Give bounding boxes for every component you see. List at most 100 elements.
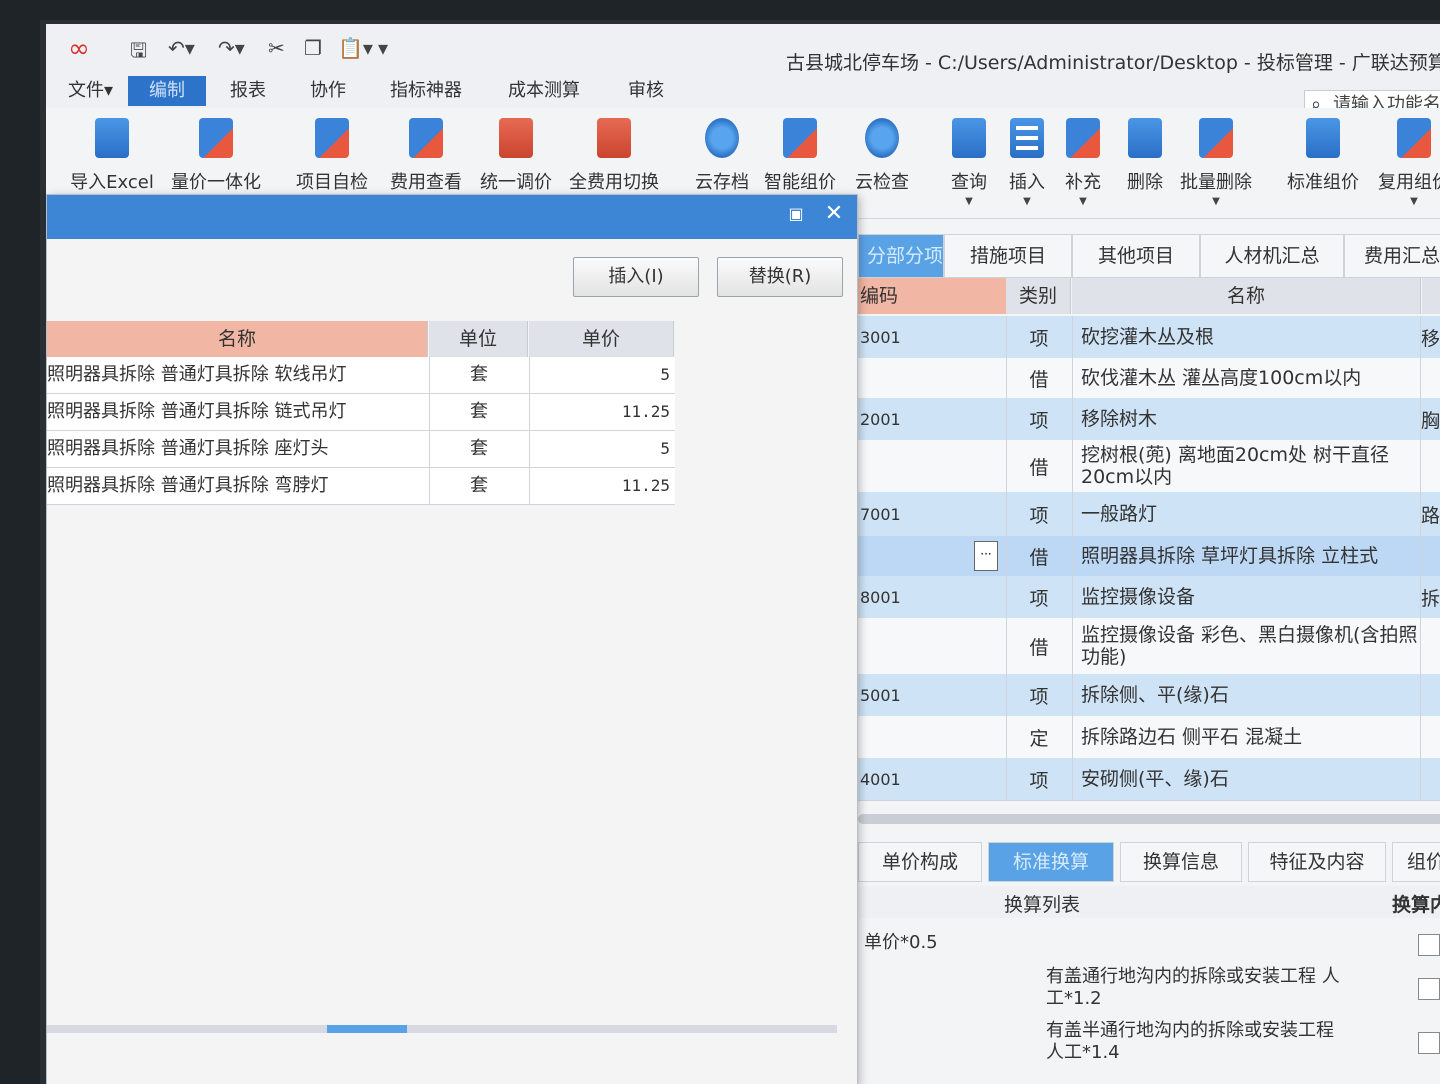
fee-view-button[interactable]: 费用查看 (384, 118, 468, 194)
query-button[interactable]: 查询 ▼ (944, 118, 994, 207)
conversion-row[interactable]: 有盖半通行地沟内的拆除或安装工程 人工*1.4 (858, 1020, 1440, 1074)
cell-extra[interactable] (1420, 716, 1440, 758)
cell-unit[interactable]: 套 (429, 468, 528, 504)
cell-name[interactable]: 砍挖灌木丛及根 (1072, 316, 1429, 358)
menu-report[interactable]: 报表 (222, 76, 274, 106)
cell-name[interactable]: 拆除路边石 侧平石 混凝土 (1072, 716, 1429, 758)
table-row[interactable]: 照明器具拆除 普通灯具拆除 弯脖灯套 11.25 (47, 468, 675, 505)
col-header-code[interactable]: 编码 (858, 278, 1007, 314)
tab-labor-material[interactable]: 人材机汇总 (1200, 234, 1344, 278)
cell-name[interactable]: 照明器具拆除 普通灯具拆除 弯脖灯 (47, 468, 427, 504)
cell-name[interactable]: 监控摄像设备 彩色、黑白摄像机(含拍照功能) (1072, 618, 1429, 674)
cell-kind[interactable]: 项 (1006, 758, 1071, 800)
dropdown-arrow-icon[interactable]: ▼ (944, 196, 994, 207)
cell-unit[interactable]: 套 (429, 431, 528, 467)
cell-kind[interactable]: 定 (1006, 716, 1071, 758)
cell-code[interactable]: 8001 (858, 576, 1006, 618)
cell-extra[interactable] (1420, 358, 1440, 398)
cell-name[interactable]: 照明器具拆除 普通灯具拆除 软线吊灯 (47, 357, 427, 393)
dropdown-arrow-icon[interactable]: ▼ (1058, 196, 1108, 207)
col-header-unit[interactable]: 单位 (429, 321, 528, 357)
table-row[interactable]: 定拆除路边石 侧平石 混凝土 (858, 716, 1440, 759)
cell-extra[interactable] (1420, 758, 1440, 800)
dialog-title-bar[interactable]: ▣ ✕ (47, 195, 857, 239)
paste-icon[interactable]: 📋▾ (338, 36, 373, 60)
tab-standard-conversion[interactable]: 标准换算 (988, 842, 1114, 882)
cell-name[interactable]: 移除树木 (1072, 398, 1429, 440)
standard-pricing-button[interactable]: 标准组价 (1278, 118, 1368, 194)
unified-price-button[interactable]: 统一调价 (474, 118, 558, 194)
table-row[interactable]: 照明器具拆除 普通灯具拆除 链式吊灯套 11.25 (47, 394, 675, 431)
tab-fee-summary[interactable]: 费用汇总 (1344, 234, 1440, 278)
ellipsis-button[interactable]: ··· (974, 541, 998, 571)
col-header-name[interactable]: 名称 (47, 321, 428, 357)
redo-icon[interactable]: ↷▾ (218, 36, 245, 60)
dropdown-arrow-icon[interactable]: ▼ (1002, 196, 1052, 207)
col-header-name[interactable]: 名称 (1072, 278, 1421, 314)
menu-audit[interactable]: 审核 (620, 76, 672, 106)
smart-pricing-button[interactable]: 智能组价 (758, 118, 842, 194)
cell-code[interactable] (858, 440, 1006, 492)
cell-name[interactable]: 一般路灯 (1072, 492, 1429, 536)
conversion-checkbox[interactable] (1418, 1032, 1440, 1054)
cell-extra[interactable] (1420, 618, 1440, 674)
table-row[interactable]: 7001 项一般路灯路 (858, 492, 1440, 537)
delete-button[interactable]: 删除 (1120, 118, 1170, 194)
reuse-pricing-button[interactable]: 复用组价 ▼ (1372, 118, 1440, 207)
insert-button[interactable]: 插入 ▼ (1002, 118, 1052, 207)
table-row[interactable]: 3001项砍挖灌木丛及根移除 (858, 316, 1440, 359)
cell-kind[interactable]: 借 (1006, 536, 1071, 576)
menu-cost[interactable]: 成本测算 (500, 76, 588, 106)
cell-unit[interactable]: 套 (429, 357, 528, 393)
cell-kind[interactable]: 借 (1006, 440, 1071, 492)
col-header-kind[interactable]: 类别 (1006, 278, 1071, 314)
cell-name[interactable]: 照明器具拆除 草坪灯具拆除 立柱式 (1072, 536, 1429, 576)
cell-name[interactable]: 照明器具拆除 普通灯具拆除 链式吊灯 (47, 394, 427, 430)
cell-extra[interactable]: 移除 (1420, 316, 1440, 358)
maximize-icon[interactable]: ▣ (783, 201, 809, 227)
undo-icon[interactable]: ↶▾ (168, 36, 195, 60)
cell-kind[interactable]: 借 (1006, 358, 1071, 398)
cell-kind[interactable]: 项 (1006, 492, 1071, 536)
cell-unit[interactable]: 套 (429, 394, 528, 430)
save-icon[interactable]: 🖫 (130, 36, 147, 70)
cell-name[interactable]: 砍伐灌木丛 灌丛高度100cm以内 (1072, 358, 1429, 398)
copy-icon[interactable]: ❐ (304, 36, 322, 60)
conversion-row[interactable]: 单价*0.5 (858, 924, 1440, 964)
close-icon[interactable]: ✕ (821, 201, 847, 227)
cell-price[interactable]: 5 (529, 357, 676, 393)
table-row[interactable]: 4001 项安砌侧(平、缘)石 (858, 758, 1440, 801)
tab-measures[interactable]: 措施项目 (944, 234, 1072, 278)
cell-kind[interactable]: 项 (1006, 316, 1071, 358)
cell-price[interactable]: 11.25 (529, 394, 676, 430)
cell-kind[interactable]: 借 (1006, 618, 1071, 674)
import-excel-button[interactable]: 导入Excel (64, 118, 160, 194)
cloud-check-button[interactable]: 云检查 (850, 118, 914, 194)
cell-extra[interactable] (1420, 536, 1440, 576)
table-row[interactable]: 借砍伐灌木丛 灌丛高度100cm以内 (858, 358, 1440, 399)
cell-extra[interactable] (1420, 440, 1440, 492)
conversion-row[interactable]: 有盖通行地沟内的拆除或安装工程 人工*1.2 (858, 964, 1440, 1018)
cell-name[interactable]: 挖树根(蔸) 离地面20cm处 树干直径20cm以内 (1072, 440, 1429, 492)
table-row[interactable]: 5001 项拆除侧、平(缘)石 (858, 674, 1440, 717)
table-row[interactable]: 借照明器具拆除 草坪灯具拆除 立柱式 ··· (858, 536, 1440, 577)
cell-kind[interactable]: 项 (1006, 398, 1071, 440)
cell-code[interactable] (858, 716, 1006, 758)
table-row[interactable]: 借挖树根(蔸) 离地面20cm处 树干直径20cm以内 (858, 440, 1440, 493)
cell-code[interactable] (858, 358, 1006, 398)
cell-code[interactable]: 5001 (858, 674, 1006, 716)
cell-price[interactable]: 11.25 (529, 468, 676, 504)
cell-extra[interactable]: 胸 (1420, 398, 1440, 440)
dialog-horizontal-scrollbar[interactable] (47, 1025, 837, 1033)
cell-code[interactable]: 2001 (858, 398, 1006, 440)
tab-sub-items[interactable]: 分部分项 (858, 234, 944, 278)
table-row[interactable]: 2001 项移除树木胸 (858, 398, 1440, 441)
tab-unit-price-composition[interactable]: 单价构成 (858, 842, 982, 882)
cell-extra[interactable]: 路 (1420, 492, 1440, 536)
conversion-checkbox[interactable] (1418, 978, 1440, 1000)
table-row[interactable]: 照明器具拆除 普通灯具拆除 软线吊灯套 5 (47, 357, 675, 394)
cell-name[interactable]: 安砌侧(平、缘)石 (1072, 758, 1429, 800)
cell-name[interactable]: 照明器具拆除 普通灯具拆除 座灯头 (47, 431, 427, 467)
tab-pricing[interactable]: 组价 (1392, 842, 1440, 882)
tab-features[interactable]: 特征及内容 (1248, 842, 1386, 882)
